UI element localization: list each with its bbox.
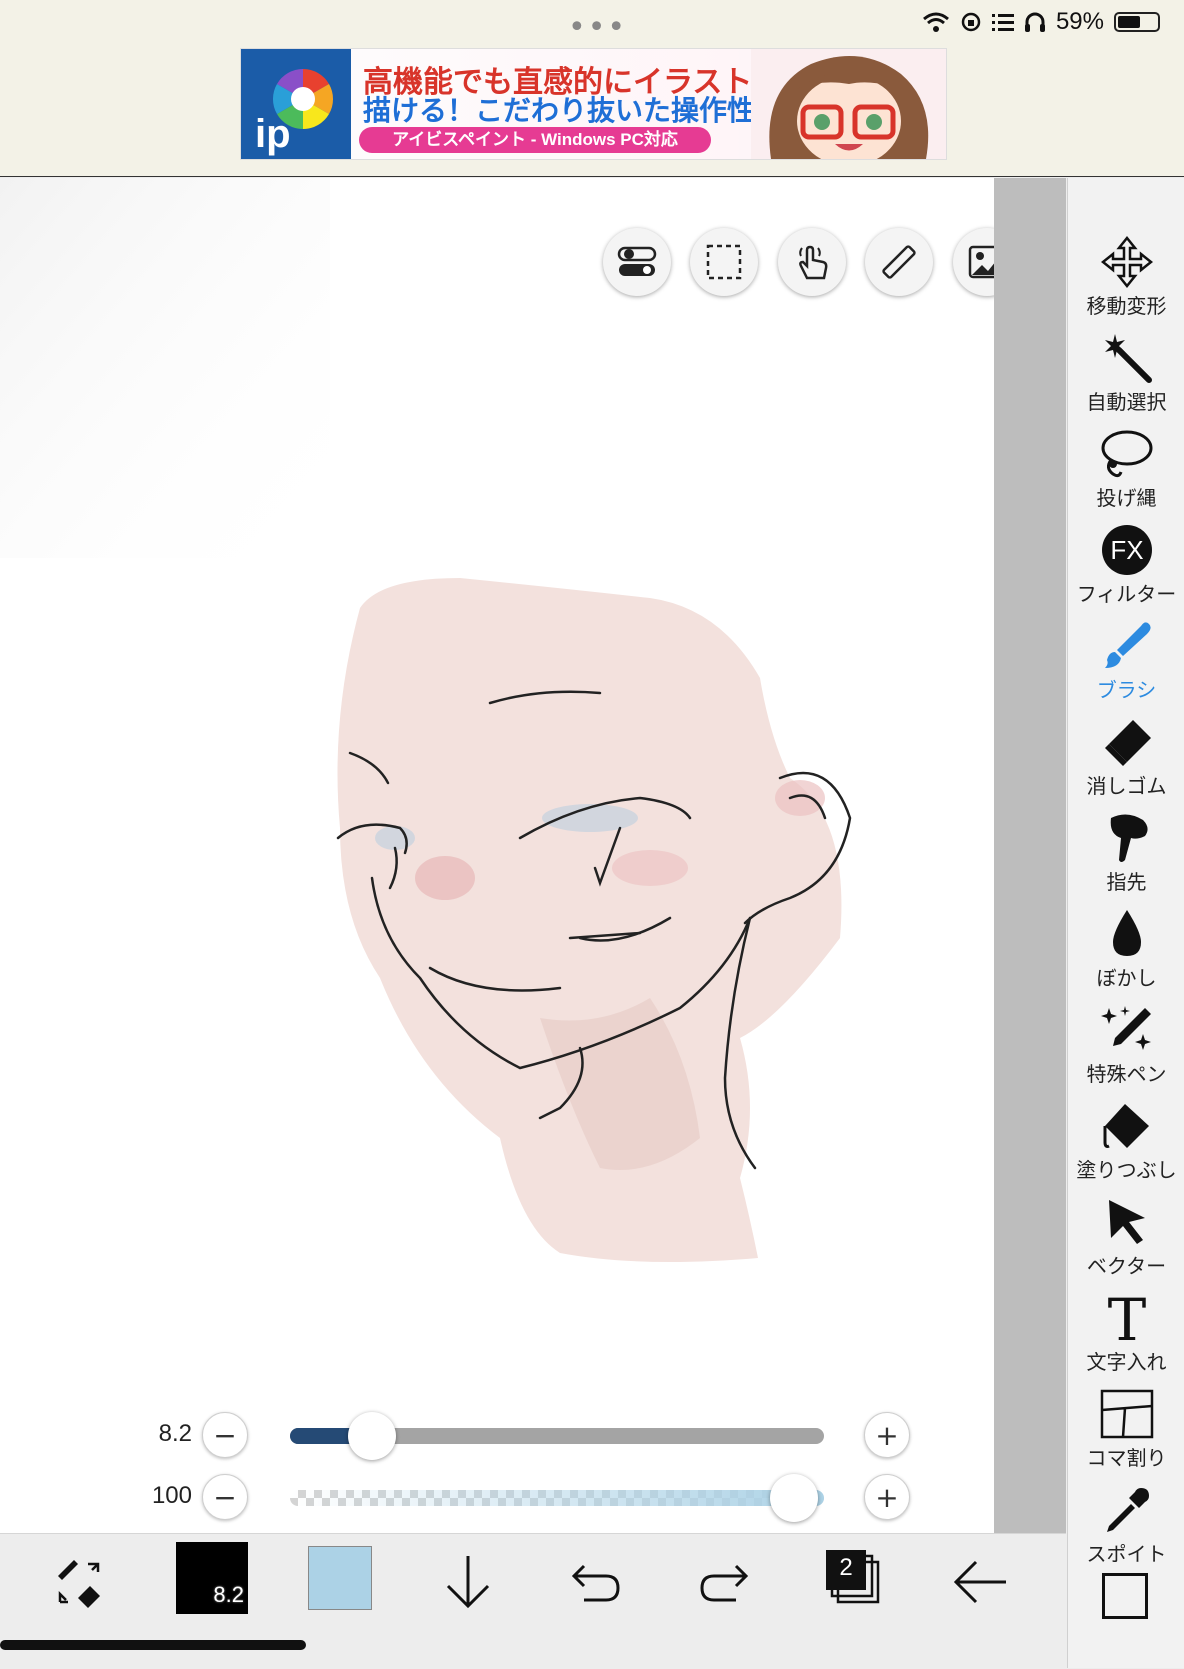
arrow-left-icon [953, 1560, 1006, 1604]
orientation-lock-icon [961, 12, 981, 32]
brush-size-increase-button[interactable]: + [864, 1412, 910, 1458]
brush-size-slider-track[interactable] [290, 1412, 824, 1460]
tool-label: ぼかし [1096, 966, 1157, 990]
svg-text:T: T [1107, 1292, 1146, 1344]
tool-label: 消しゴム [1086, 774, 1167, 798]
tool-special-pen[interactable]: 特殊ペン [1068, 998, 1184, 1094]
eraser-icon [1104, 720, 1151, 766]
brush-eraser-swap-button[interactable] [52, 1554, 112, 1614]
text-t-icon: T [1107, 1292, 1146, 1344]
tool-label: フィルター [1076, 582, 1177, 606]
tool-fill[interactable]: 塗りつぶし [1068, 1094, 1184, 1190]
tool-brush[interactable]: ブラシ [1068, 614, 1184, 710]
selection-rect-icon[interactable] [690, 228, 758, 296]
magic-wand-icon [1104, 334, 1152, 383]
special-pen-icon [1100, 1006, 1151, 1050]
fill-bucket-icon [1103, 1104, 1149, 1148]
multitask-dots[interactable]: ••• [568, 10, 627, 45]
tool-label: 塗りつぶし [1076, 1158, 1177, 1182]
brush-size-slider-thumb[interactable] [348, 1412, 397, 1460]
layer-count: 2 [839, 1554, 853, 1581]
brush-icon [1104, 622, 1151, 668]
tool-label: スポイト [1086, 1542, 1167, 1566]
ad-character-illustration [751, 49, 946, 159]
headphones-icon [1024, 12, 1045, 32]
canvas-gutter [994, 178, 1066, 1533]
brush-opacity-slider-track[interactable] [290, 1474, 824, 1522]
tool-label: ブラシ [1096, 678, 1157, 702]
status-bar: ••• 59% ip 高機能でも直感的にイラストが 描ける！こだわり抜いた操作性… [0, 0, 1184, 177]
tool-blur[interactable]: ぼかし [1068, 902, 1184, 998]
brush-opacity-increase-button[interactable]: + [864, 1474, 910, 1520]
tool-magic-wand[interactable]: 自動選択 [1068, 326, 1184, 422]
tool-sidebar: 移動変形 自動選択 投げ縄 FX フィルター ブラシ 消しゴム 指先 ぼかし 特… [1067, 178, 1184, 1668]
brush-opacity-value: 100 [151, 1482, 192, 1509]
battery-percent: 59% [1055, 8, 1104, 35]
ad-banner[interactable]: ip 高機能でも直感的にイラストが 描ける！こだわり抜いた操作性！ アイビスペイ… [240, 48, 947, 160]
finger-smudge-icon [1110, 814, 1148, 862]
brush-eraser-swap-icon [58, 1560, 100, 1608]
ibispaint-logo: ip [241, 49, 351, 159]
tool-label: 文字入れ [1086, 1350, 1167, 1374]
status-icons: 59% [922, 8, 1160, 36]
redo-button[interactable] [696, 1552, 752, 1612]
lasso-icon [1101, 430, 1152, 478]
tool-move-transform[interactable]: 移動変形 [1068, 230, 1184, 326]
redo-icon [700, 1564, 749, 1602]
brush-size-value: 8.2 [158, 1420, 192, 1447]
brush-size-indicator: 8.2 [213, 1582, 244, 1607]
brush-size-decrease-button[interactable]: − [202, 1412, 248, 1458]
secondary-color-swatch[interactable] [308, 1546, 372, 1610]
list-icon [991, 14, 1014, 31]
tool-label: コマ割り [1086, 1446, 1167, 1470]
ruler-icon[interactable] [865, 228, 933, 296]
tool-eyedropper[interactable]: スポイト [1068, 1478, 1184, 1574]
tool-eraser[interactable]: 消しゴム [1068, 710, 1184, 806]
tool-finger[interactable]: 指先 [1068, 806, 1184, 902]
ad-subheadline: 描ける！こだわり抜いた操作性！ [363, 95, 784, 126]
move-transform-icon [1100, 236, 1153, 288]
hand-touch-icon[interactable] [778, 228, 846, 296]
tool-text[interactable]: T 文字入れ [1068, 1286, 1184, 1382]
toggle-icon[interactable] [603, 228, 671, 296]
undo-button[interactable] [568, 1552, 624, 1612]
tool-label: 特殊ペン [1086, 1062, 1167, 1086]
wifi-icon [922, 12, 949, 32]
tool-label: ベクター [1086, 1254, 1167, 1278]
tool-vector[interactable]: ベクター [1068, 1190, 1184, 1286]
tool-label: 移動変形 [1086, 294, 1167, 318]
tool-frame-divider[interactable]: コマ割り [1068, 1382, 1184, 1478]
arrow-down-icon [446, 1556, 490, 1609]
brush-opacity-decrease-button[interactable]: − [202, 1474, 248, 1520]
battery-icon [1114, 12, 1160, 32]
download-button[interactable] [440, 1552, 496, 1612]
tool-label: 指先 [1106, 870, 1147, 894]
home-indicator [0, 1640, 306, 1650]
eyedropper-icon [1106, 1488, 1149, 1532]
drawing-canvas[interactable]: 8.2 − + 100 − + [0, 178, 994, 1533]
layers-button[interactable]: 2 [824, 1548, 882, 1608]
blur-drop-icon [1112, 910, 1141, 956]
frame-divider-icon [1100, 1389, 1153, 1439]
undo-icon [571, 1564, 620, 1602]
ad-tagline-pill: アイビスペイント - Windows PC対応 [359, 127, 711, 153]
filter-fx-icon: FX [1101, 525, 1152, 575]
primary-color-swatch[interactable]: 8.2 [176, 1542, 248, 1614]
tool-label: 自動選択 [1086, 390, 1167, 414]
ad-logo-text: ip [255, 112, 291, 156]
svg-text:FX: FX [1110, 535, 1143, 565]
vector-arrow-icon [1108, 1200, 1145, 1244]
tool-filter[interactable]: FX フィルター [1068, 518, 1184, 614]
tool-lasso[interactable]: 投げ縄 [1068, 422, 1184, 518]
more-tools-icon[interactable] [1102, 1573, 1148, 1619]
canvas-artwork [0, 178, 852, 1262]
brush-opacity-slider-thumb[interactable] [770, 1474, 818, 1522]
back-button[interactable] [950, 1554, 1010, 1610]
tool-label: 投げ縄 [1096, 486, 1157, 510]
